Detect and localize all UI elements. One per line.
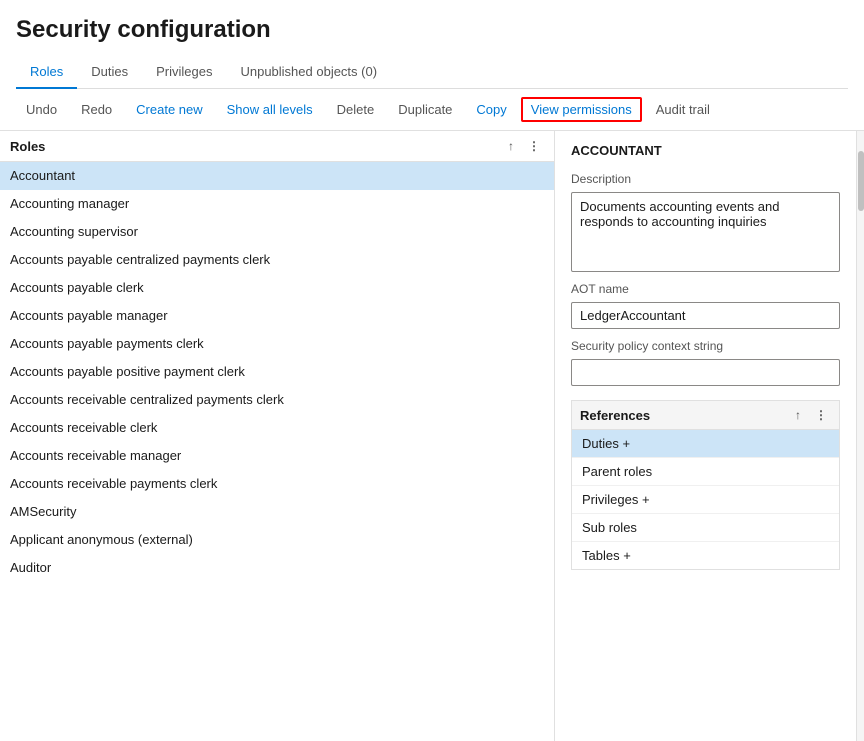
right-scrollbar <box>856 131 864 741</box>
security-policy-label: Security policy context string <box>571 339 840 353</box>
security-policy-input[interactable] <box>571 359 840 386</box>
tab-duties[interactable]: Duties <box>77 56 142 89</box>
tab-unpublished[interactable]: Unpublished objects (0) <box>226 56 391 89</box>
references-sort-icon[interactable]: ↑ <box>791 406 805 424</box>
create-new-button[interactable]: Create new <box>126 97 212 122</box>
delete-button[interactable]: Delete <box>327 97 385 122</box>
tab-roles[interactable]: Roles <box>16 56 77 89</box>
main-content: Roles ↑ ⋮ AccountantAccounting managerAc… <box>0 131 864 741</box>
aot-name-label: AOT name <box>571 282 840 296</box>
references-header-icons: ↑ ⋮ <box>791 406 831 424</box>
view-permissions-button[interactable]: View permissions <box>521 97 642 122</box>
list-item[interactable]: Accounts payable clerk <box>0 274 554 302</box>
right-section: ACCOUNTANT Description AOT name Security… <box>555 131 864 741</box>
list-header-left: Roles <box>10 139 45 154</box>
tab-privileges[interactable]: Privileges <box>142 56 226 89</box>
list-item[interactable]: Accounts payable positive payment clerk <box>0 358 554 386</box>
list-item[interactable]: Accounts payable payments clerk <box>0 330 554 358</box>
page-title: Security configuration <box>16 16 848 44</box>
roles-list-label: Roles <box>10 139 45 154</box>
references-list: Duties +Parent rolesPrivileges +Sub role… <box>571 429 840 570</box>
right-scrollbar-thumb <box>858 151 864 211</box>
right-panel: ACCOUNTANT Description AOT name Security… <box>555 131 856 741</box>
copy-button[interactable]: Copy <box>466 97 516 122</box>
description-textarea[interactable] <box>571 192 840 272</box>
list-item[interactable]: Accounting supervisor <box>0 218 554 246</box>
tabs-container: Roles Duties Privileges Unpublished obje… <box>16 56 848 89</box>
references-menu-icon[interactable]: ⋮ <box>811 406 831 424</box>
ref-item[interactable]: Duties + <box>572 430 839 458</box>
list-item[interactable]: Auditor <box>0 554 554 582</box>
references-section: References ↑ ⋮ Duties +Parent rolesPrivi… <box>571 400 840 570</box>
ref-item[interactable]: Sub roles <box>572 514 839 542</box>
ref-item[interactable]: Tables + <box>572 542 839 569</box>
undo-button[interactable]: Undo <box>16 97 67 122</box>
references-label: References <box>580 408 650 423</box>
toolbar: Undo Redo Create new Show all levels Del… <box>0 89 864 131</box>
ref-item[interactable]: Parent roles <box>572 458 839 486</box>
list-item[interactable]: Applicant anonymous (external) <box>0 526 554 554</box>
security-policy-group: Security policy context string <box>571 339 840 386</box>
ref-item[interactable]: Privileges + <box>572 486 839 514</box>
duplicate-button[interactable]: Duplicate <box>388 97 462 122</box>
redo-button[interactable]: Redo <box>71 97 122 122</box>
menu-icon[interactable]: ⋮ <box>524 137 544 155</box>
list-item[interactable]: Accounts payable manager <box>0 302 554 330</box>
list-item[interactable]: AMSecurity <box>0 498 554 526</box>
list-item[interactable]: Accounts receivable manager <box>0 442 554 470</box>
audit-trail-button[interactable]: Audit trail <box>646 97 720 122</box>
show-all-levels-button[interactable]: Show all levels <box>217 97 323 122</box>
description-label: Description <box>571 172 840 186</box>
list-header-icons: ↑ ⋮ <box>504 137 544 155</box>
sort-icon[interactable]: ↑ <box>504 137 518 155</box>
list-header: Roles ↑ ⋮ <box>0 131 554 162</box>
left-panel: Roles ↑ ⋮ AccountantAccounting managerAc… <box>0 131 555 741</box>
roles-list: AccountantAccounting managerAccounting s… <box>0 162 554 741</box>
role-name-header: ACCOUNTANT <box>571 143 840 158</box>
list-item[interactable]: Accounts payable centralized payments cl… <box>0 246 554 274</box>
list-item[interactable]: Accountant <box>0 162 554 190</box>
list-item[interactable]: Accounts receivable centralized payments… <box>0 386 554 414</box>
aot-name-group: AOT name <box>571 282 840 329</box>
aot-name-input[interactable] <box>571 302 840 329</box>
list-item[interactable]: Accounts receivable clerk <box>0 414 554 442</box>
page-header: Security configuration Roles Duties Priv… <box>0 0 864 89</box>
list-item[interactable]: Accounting manager <box>0 190 554 218</box>
description-group: Description <box>571 172 840 272</box>
references-header: References ↑ ⋮ <box>571 400 840 429</box>
list-item[interactable]: Accounts receivable payments clerk <box>0 470 554 498</box>
